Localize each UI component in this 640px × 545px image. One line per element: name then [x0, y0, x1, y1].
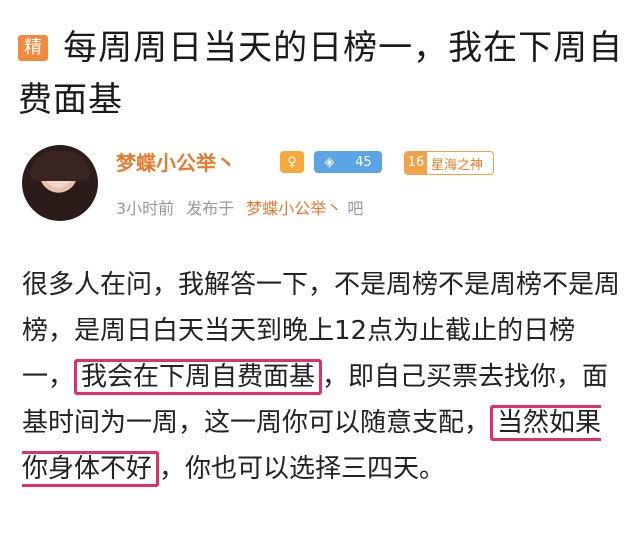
post-body: 很多人在问，我解答一下，不是周榜不是周榜不是周榜，是周日白天当天到晚上12点为止… — [22, 262, 626, 492]
vip-badge: ◈ 45 — [314, 151, 382, 173]
forum-link[interactable]: 梦蝶小公举丶 — [246, 199, 342, 218]
post-title: 每周周日当天的日榜一，我在下周自费面基 — [18, 28, 624, 120]
post-time: 3小时前 — [116, 199, 175, 218]
avatar[interactable] — [22, 145, 98, 221]
highlighted-text-1: 我会在下周自费面基 — [74, 359, 323, 395]
vip-shield-icon: ◈ — [324, 154, 335, 170]
avatar-hair-shape — [30, 151, 90, 181]
body-text-part3: ，你也可以选择三四天。 — [159, 454, 446, 484]
author-header: 梦蝶小公举丶 ♀ ◈ 45 16 星海之神 3小时前 发布于 梦蝶小公举丶 吧 — [22, 145, 622, 225]
featured-badge: 精 — [18, 35, 48, 61]
level-title: 星海之神 — [431, 157, 484, 173]
posted-in-label: 发布于 — [186, 199, 235, 218]
forum-suffix: 吧 — [347, 199, 364, 218]
level-number: 16 — [405, 152, 427, 174]
author-name[interactable]: 梦蝶小公举丶 — [116, 147, 236, 176]
female-symbol-icon: ♀ — [280, 151, 304, 173]
forum-level-badge: 16 星海之神 — [404, 151, 494, 175]
post-meta: 3小时前 发布于 梦蝶小公举丶 吧 — [116, 195, 363, 219]
vip-level: 45 — [355, 154, 372, 170]
post-title-block: 精 每周周日当天的日榜一，我在下周自费面基 — [18, 22, 628, 126]
